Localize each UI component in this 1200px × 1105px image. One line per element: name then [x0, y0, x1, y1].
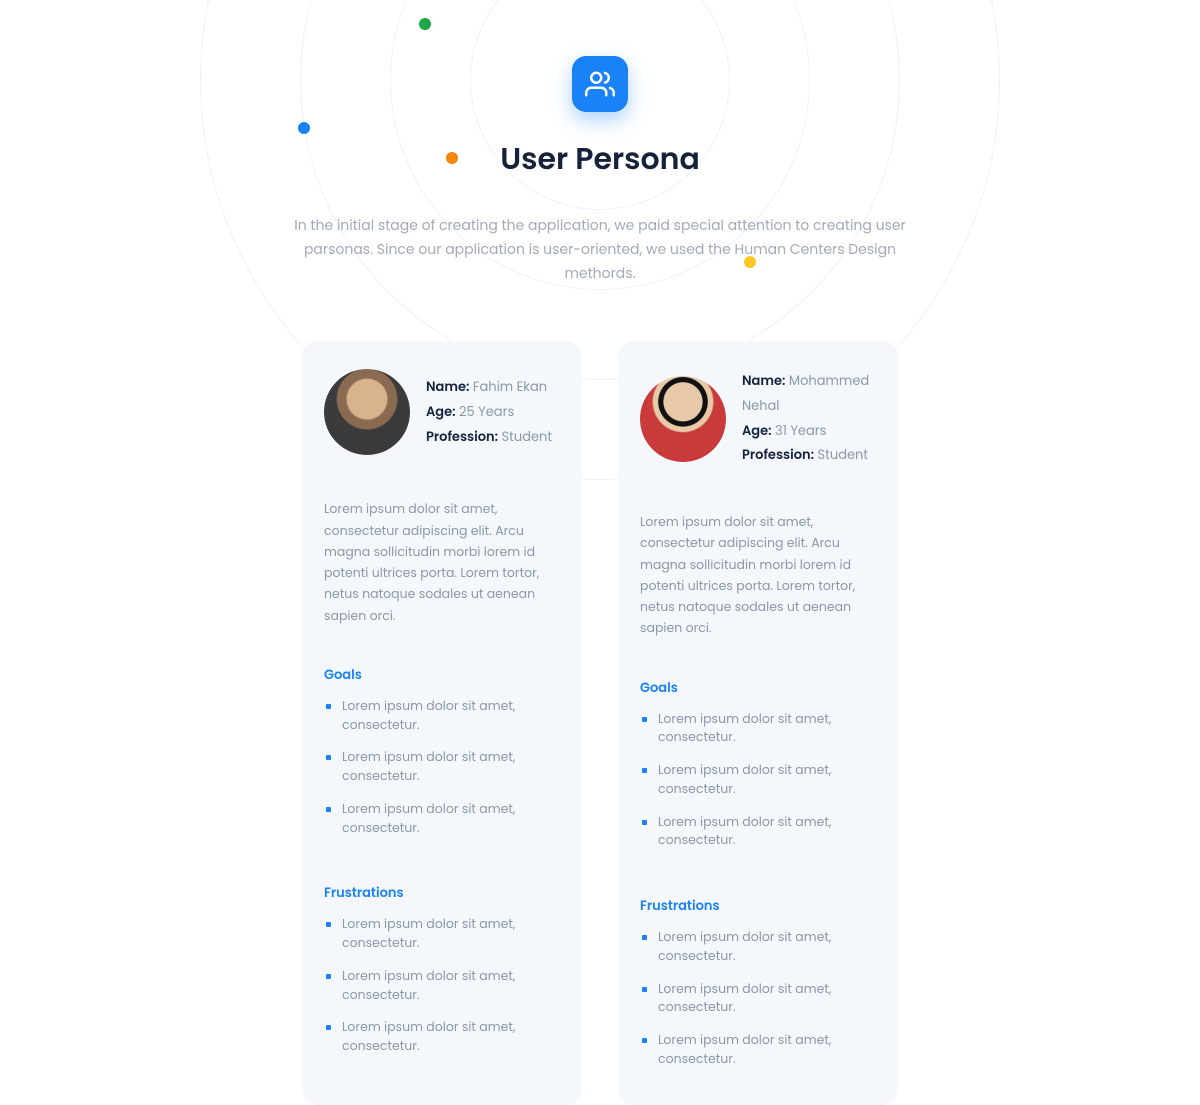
list-item: Lorem ipsum dolor sit amet, consectetur. [324, 794, 560, 846]
avatar [640, 376, 726, 462]
profession-value: Student [818, 445, 869, 464]
list-item: Lorem ipsum dolor sit amet, consectetur. [640, 807, 876, 859]
goals-heading: Goals [640, 678, 876, 698]
age-value: 25 Years [459, 402, 514, 421]
name-label: Name: [742, 371, 785, 390]
page-title: User Persona [0, 136, 1200, 182]
frustrations-heading: Frustrations [324, 883, 560, 903]
list-item: Lorem ipsum dolor sit amet, consectetur. [324, 1012, 560, 1064]
age-label: Age: [426, 402, 456, 421]
name-value: Fahim Ekan [473, 377, 547, 396]
users-icon [585, 69, 615, 99]
list-item: Lorem ipsum dolor sit amet, consectetur. [324, 691, 560, 743]
bio-text: Lorem ipsum dolor sit amet, consectetur … [324, 499, 560, 627]
list-item: Lorem ipsum dolor sit amet, consectetur. [640, 704, 876, 756]
list-item: Lorem ipsum dolor sit amet, consectetur. [324, 742, 560, 794]
list-item: Lorem ipsum dolor sit amet, consectetur. [640, 1025, 876, 1077]
age-value: 31 Years [775, 421, 826, 440]
profession-label: Profession: [742, 445, 814, 464]
list-item: Lorem ipsum dolor sit amet, consectetur. [640, 922, 876, 974]
list-item: Lorem ipsum dolor sit amet, consectetur. [324, 961, 560, 1013]
bio-text: Lorem ipsum dolor sit amet, consectetur … [640, 512, 876, 640]
list-item: Lorem ipsum dolor sit amet, consectetur. [324, 909, 560, 961]
avatar [324, 369, 410, 455]
persona-card: Name: Fahim Ekan Age: 25 Years Professio… [302, 341, 582, 1104]
age-label: Age: [742, 421, 772, 440]
users-icon-badge [572, 56, 628, 112]
profession-label: Profession: [426, 427, 498, 446]
name-label: Name: [426, 377, 469, 396]
page-subtitle: In the initial stage of creating the app… [290, 214, 910, 285]
list-item: Lorem ipsum dolor sit amet, consectetur. [640, 974, 876, 1026]
persona-cards: Name: Fahim Ekan Age: 25 Years Professio… [0, 341, 1200, 1104]
list-item: Lorem ipsum dolor sit amet, consectetur. [640, 755, 876, 807]
profession-value: Student [502, 427, 553, 446]
persona-card: Name: Mohammed Nehal Age: 31 Years Profe… [618, 341, 898, 1104]
goals-heading: Goals [324, 665, 560, 685]
frustrations-heading: Frustrations [640, 896, 876, 916]
